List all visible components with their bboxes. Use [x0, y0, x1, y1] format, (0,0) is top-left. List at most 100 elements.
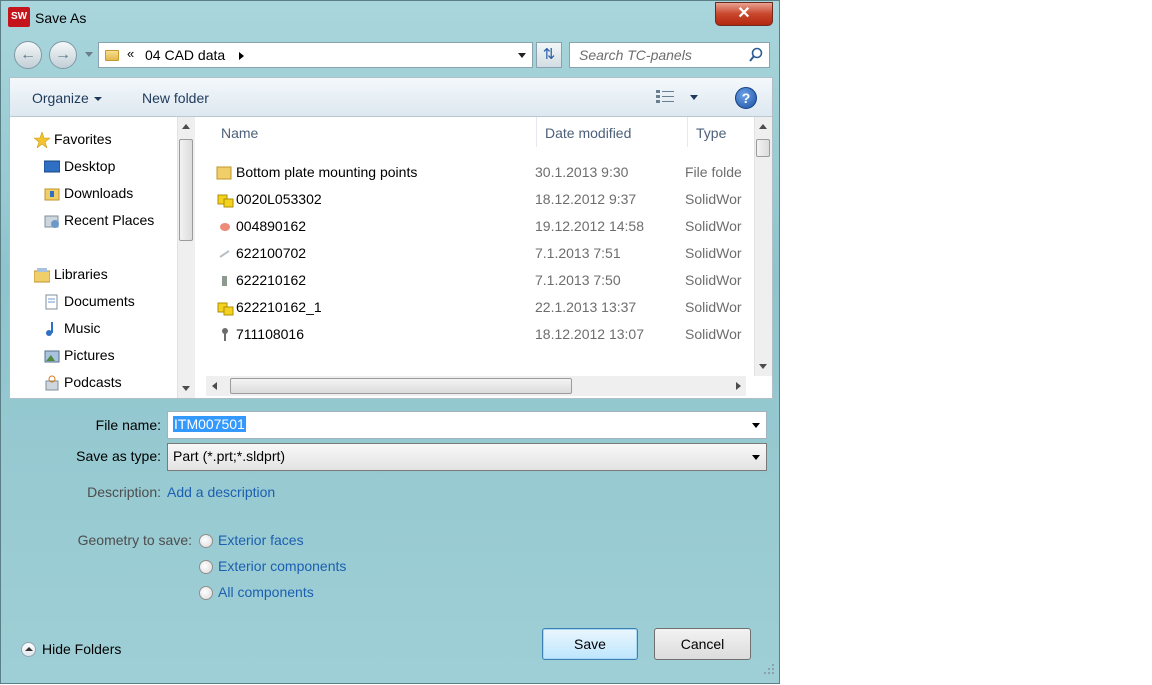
- file-name-value: ITM007501: [173, 416, 246, 432]
- part-icon: [219, 250, 230, 258]
- scrollbar-thumb[interactable]: [179, 139, 193, 241]
- scroll-left-icon[interactable]: [212, 382, 217, 390]
- table-row[interactable]: 622210162 7.1.2013 7:50 SolidWorks: [206, 267, 742, 294]
- radio-exterior-components[interactable]: [199, 560, 213, 574]
- star-icon: [34, 132, 50, 148]
- address-bar[interactable]: « 04 CAD data: [98, 42, 533, 68]
- radio-label-exterior-components[interactable]: Exterior components: [218, 558, 346, 574]
- part-icon: [222, 276, 227, 286]
- back-button[interactable]: ←: [14, 41, 42, 69]
- column-header-name[interactable]: Name: [206, 117, 536, 149]
- sidebar-item-label: Downloads: [64, 185, 134, 201]
- description-label: Description:: [87, 484, 161, 500]
- recent-places-icon: [44, 215, 59, 228]
- table-row[interactable]: 004890162 19.12.2012 14:58 SolidWorks: [206, 213, 742, 240]
- assembly-icon: [217, 194, 234, 208]
- save-as-dialog: SW Save As ✕ ← → « 04 CAD data ⇅ Search …: [0, 0, 780, 684]
- title-bar: SW Save As ✕: [1, 1, 781, 37]
- help-icon[interactable]: ?: [735, 87, 757, 109]
- command-bar: Organize New folder ?: [10, 78, 772, 117]
- file-name-label: File name:: [95, 417, 161, 433]
- save-button[interactable]: Save: [542, 628, 638, 660]
- forward-button[interactable]: →: [49, 41, 77, 69]
- file-list-scrollbar[interactable]: [754, 117, 772, 376]
- table-row[interactable]: Bottom plate mounting points 30.1.2013 9…: [206, 159, 742, 186]
- scroll-up-icon[interactable]: [759, 124, 767, 129]
- breadcrumb-overflow-chevron[interactable]: «: [127, 46, 134, 61]
- radio-exterior-faces[interactable]: [199, 534, 213, 548]
- forward-arrow-icon: →: [55, 46, 71, 63]
- libraries-icon: [34, 268, 50, 283]
- scrollbar-thumb[interactable]: [230, 378, 572, 394]
- resize-grip-icon[interactable]: [763, 663, 775, 675]
- search-field[interactable]: Search TC-panels: [569, 42, 770, 68]
- collapse-up-icon: [21, 642, 36, 657]
- table-row[interactable]: 711108016 18.12.2012 13:07 SolidWorks: [206, 321, 742, 348]
- search-placeholder: Search TC-panels: [579, 47, 692, 63]
- address-dropdown-icon[interactable]: [518, 53, 526, 58]
- search-icon[interactable]: [749, 47, 763, 63]
- documents-icon: [45, 294, 58, 310]
- assembly-icon: [217, 302, 234, 316]
- sidebar-item-label: Pictures: [64, 347, 115, 363]
- podcasts-icon: [45, 375, 59, 391]
- window-title: Save As: [35, 10, 87, 26]
- organize-label: Organize: [32, 90, 89, 106]
- downloads-folder-icon: [44, 188, 60, 201]
- sidebar-item-label: Recent Places: [64, 212, 155, 228]
- navigation-pane: Favorites Desktop Downloads Recent Place…: [10, 117, 198, 398]
- radio-all-components[interactable]: [199, 586, 213, 600]
- chevron-down-icon: [93, 97, 102, 102]
- navigation-pane-scrollbar[interactable]: [177, 117, 195, 398]
- file-list: Name Date modified Type Bottom plate mou…: [198, 117, 772, 398]
- table-row[interactable]: 622100702 7.1.2013 7:51 SolidWorks: [206, 240, 742, 267]
- table-row[interactable]: 622210162_1 22.1.2013 13:37 SolidWorks: [206, 294, 742, 321]
- column-header-type[interactable]: Type: [688, 117, 748, 149]
- sidebar-item-label: Desktop: [64, 158, 116, 174]
- add-description-link[interactable]: Add a description: [167, 484, 275, 500]
- scrollbar-thumb[interactable]: [756, 139, 770, 157]
- save-as-type-label: Save as type:: [76, 448, 161, 464]
- file-name-input[interactable]: ITM007501: [167, 411, 767, 439]
- folder-icon: [216, 166, 232, 180]
- hide-folders-label: Hide Folders: [42, 641, 122, 657]
- save-as-type-select[interactable]: Part (*.prt;*.sldprt): [167, 443, 767, 471]
- scroll-down-icon[interactable]: [182, 386, 190, 391]
- navigation-bar: ← → « 04 CAD data ⇅ Search TC-panels: [1, 37, 781, 75]
- pictures-icon: [44, 350, 60, 363]
- sidebar-item-label: Documents: [64, 293, 135, 309]
- sidebar-item-label: Podcasts: [64, 374, 122, 390]
- close-button[interactable]: ✕: [715, 2, 773, 26]
- breadcrumb-segment[interactable]: 04 CAD data: [145, 47, 225, 63]
- sidebar-item-label: Favorites: [54, 131, 112, 147]
- scroll-up-icon[interactable]: [182, 124, 190, 129]
- refresh-button[interactable]: ⇅: [536, 42, 562, 68]
- sidebar-item-label: Music: [64, 320, 101, 336]
- scroll-down-icon[interactable]: [759, 364, 767, 369]
- new-folder-button[interactable]: New folder: [142, 90, 209, 106]
- scroll-right-icon[interactable]: [736, 382, 741, 390]
- cancel-button[interactable]: Cancel: [654, 628, 751, 660]
- views-icon[interactable]: [656, 90, 674, 104]
- part-icon: [222, 328, 228, 341]
- sidebar-item-label: Libraries: [54, 266, 108, 282]
- browser-pane: Organize New folder ? Favorites Desktop: [9, 77, 773, 399]
- organize-menu[interactable]: Organize: [32, 90, 102, 106]
- recent-locations-dropdown-icon[interactable]: [85, 52, 93, 57]
- back-arrow-icon: ←: [20, 46, 36, 63]
- column-header-date-modified[interactable]: Date modified: [537, 117, 687, 149]
- breadcrumb-arrow-icon[interactable]: [239, 52, 244, 60]
- file-list-horizontal-scrollbar[interactable]: [206, 376, 746, 396]
- radio-label-exterior-faces[interactable]: Exterior faces: [218, 532, 304, 548]
- geometry-to-save-label: Geometry to save:: [77, 532, 192, 548]
- part-icon: [220, 223, 230, 231]
- desktop-icon: [44, 160, 60, 173]
- folder-icon: [105, 50, 119, 61]
- chevron-down-icon[interactable]: [752, 423, 760, 428]
- refresh-icon: ⇅: [542, 46, 556, 63]
- radio-label-all-components[interactable]: All components: [218, 584, 314, 600]
- chevron-down-icon: [752, 455, 760, 460]
- views-dropdown-icon[interactable]: [690, 95, 698, 100]
- save-as-type-value: Part (*.prt;*.sldprt): [173, 448, 286, 464]
- table-row[interactable]: 0020L053302 18.12.2012 9:37 SolidWorks: [206, 186, 742, 213]
